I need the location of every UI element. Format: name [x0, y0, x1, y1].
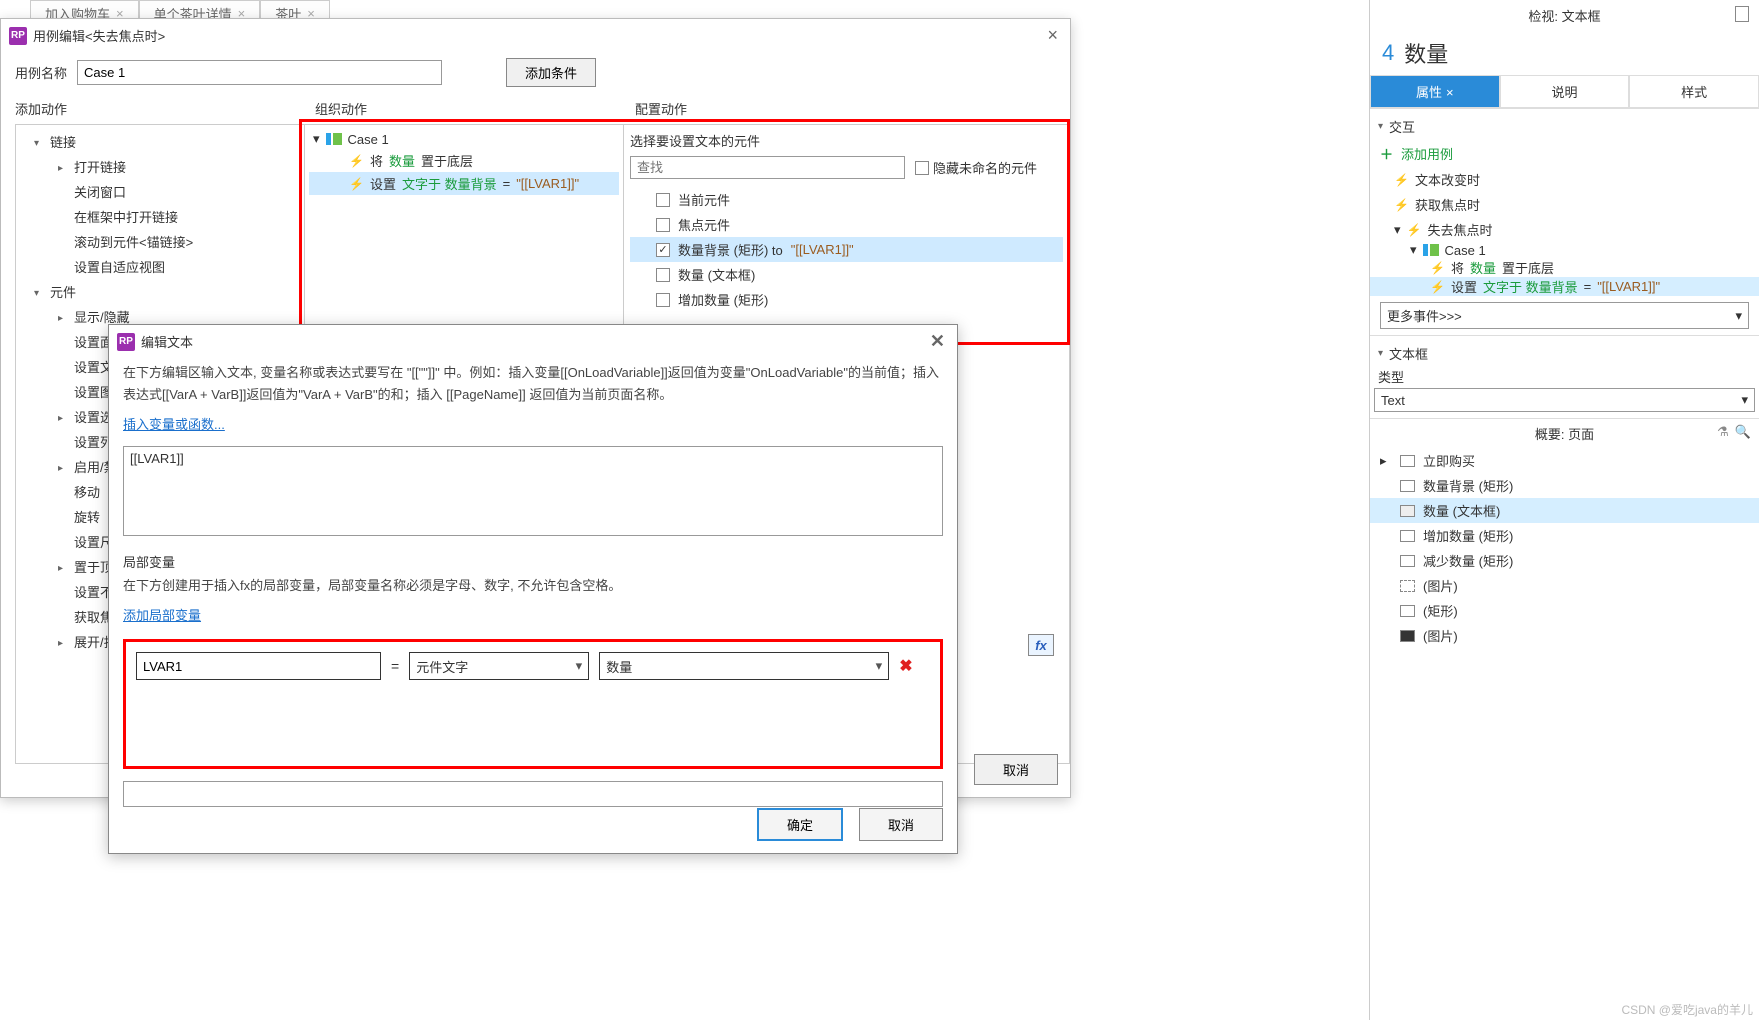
inspector-title: 检视: 文本框 — [1370, 0, 1759, 31]
tab-style[interactable]: 样式 — [1629, 75, 1759, 108]
case-icon — [1423, 244, 1439, 256]
dialog-footer: 取消 — [974, 754, 1058, 785]
event-case[interactable]: ▾ Case 1 — [1370, 242, 1759, 258]
chevron-down-icon — [876, 658, 883, 674]
case-name-row: 用例名称 添加条件 — [1, 52, 1070, 93]
dialog-title: 编辑文本 — [141, 332, 193, 351]
local-var-title: 局部变量 — [109, 542, 957, 571]
bottom-text-field[interactable] — [123, 781, 943, 807]
ok-button[interactable]: 确定 — [757, 808, 843, 841]
cfg-header: 选择要设置文本的元件 — [630, 131, 1063, 150]
outline-item[interactable]: (图片) — [1370, 623, 1759, 648]
filter-icon[interactable]: ⚗ — [1717, 424, 1729, 440]
insert-variable-link[interactable]: 插入变量或函数... — [123, 417, 225, 432]
delete-icon[interactable]: ✖ — [899, 656, 912, 676]
dialog-footer: 确定 取消 — [757, 808, 943, 841]
chevron-down-icon: ▾ — [1741, 392, 1748, 408]
case-node[interactable]: ▾ Case 1 — [309, 129, 619, 149]
tree-open-frame[interactable]: 在框架中打开链接 — [16, 204, 304, 229]
var-target-select[interactable]: 数量 — [599, 652, 889, 680]
close-icon[interactable]: ✕ — [926, 331, 949, 352]
tree-open-link[interactable]: 打开链接 — [16, 154, 304, 179]
dialog-titlebar: RP 编辑文本 ✕ — [109, 325, 957, 358]
chevron-down-icon — [576, 658, 583, 674]
search-icon[interactable]: 🔍 — [1735, 424, 1751, 440]
cancel-button[interactable]: 取消 — [859, 808, 943, 841]
tree-widgets[interactable]: 元件 — [16, 279, 304, 304]
var-type-select[interactable]: 元件文字 — [409, 652, 589, 680]
column-headers: 添加动作 组织动作 配置动作 — [1, 93, 1070, 124]
bolt-icon: ⚡ — [349, 177, 364, 191]
section-textbox[interactable]: 文本框 — [1370, 340, 1759, 367]
equals-label: = — [391, 658, 399, 674]
event-action-selected[interactable]: ⚡设置 文字于 数量背景 = "[[LVAR1]]" — [1370, 277, 1759, 296]
inspector-panel: 检视: 文本框 4 数量 属性× 说明 样式 交互 ＋添加用例 ⚡文本改变时 ⚡… — [1369, 0, 1759, 1020]
local-var-row: = 元件文字 数量 ✖ — [136, 652, 930, 680]
action-row-selected[interactable]: ⚡设置 文字于 数量背景 = "[[LVAR1]]" — [309, 172, 619, 195]
close-icon[interactable]: × — [1043, 25, 1062, 46]
outline-item[interactable]: 数量背景 (矩形) — [1370, 473, 1759, 498]
add-case-button[interactable]: ＋添加用例 — [1370, 140, 1759, 167]
outline-header: 概要: 页面 ⚗🔍 — [1370, 418, 1759, 448]
tree-adaptive[interactable]: 设置自适应视图 — [16, 254, 304, 279]
more-events-dropdown[interactable]: 更多事件>>>▾ — [1380, 302, 1749, 329]
doc-icon[interactable] — [1735, 6, 1749, 22]
bolt-icon: ⚡ — [349, 154, 364, 168]
header-org-action: 组织动作 — [315, 99, 635, 118]
local-var-desc: 在下方创建用于插入fx的局部变量，局部变量名称必须是字母、数字, 不允许包含空格… — [109, 571, 957, 601]
event-lost-focus[interactable]: ▾⚡失去焦点时 — [1370, 217, 1759, 242]
section-interactions[interactable]: 交互 — [1370, 113, 1759, 140]
var-name-input[interactable] — [136, 652, 381, 680]
tree-scroll[interactable]: 滚动到元件<锚链接> — [16, 229, 304, 254]
fx-button[interactable]: fx — [1028, 634, 1054, 656]
inspector-tabs: 属性× 说明 样式 — [1370, 75, 1759, 108]
widget-num: 4 — [1382, 40, 1394, 66]
widget-row[interactable]: 数量 (文本框) — [630, 262, 1063, 287]
edit-text-dialog: RP 编辑文本 ✕ 在下方编辑区输入文本, 变量名称或表达式要写在 "[[""]… — [108, 324, 958, 854]
type-label: 类型 — [1370, 367, 1759, 386]
local-var-redbox: = 元件文字 数量 ✖ — [123, 639, 943, 769]
dialog-title: 用例编辑<失去焦点时> — [33, 26, 165, 45]
outline-item[interactable]: (矩形) — [1370, 598, 1759, 623]
widget-name: 数量 — [1404, 37, 1448, 69]
tab-notes[interactable]: 说明 — [1500, 75, 1630, 108]
header-cfg-action: 配置动作 — [635, 99, 1056, 118]
rp-icon: RP — [9, 27, 27, 45]
widget-header: 4 数量 — [1370, 31, 1759, 75]
header-add-action: 添加动作 — [15, 99, 315, 118]
widget-row[interactable]: 当前元件 — [630, 187, 1063, 212]
description-text: 在下方编辑区输入文本, 变量名称或表达式要写在 "[[""]]" 中。例如：插入… — [109, 358, 957, 410]
outline-item[interactable]: (图片) — [1370, 573, 1759, 598]
outline-item[interactable]: 增加数量 (矩形) — [1370, 523, 1759, 548]
add-condition-button[interactable]: 添加条件 — [506, 58, 596, 87]
add-local-var-link[interactable]: 添加局部变量 — [123, 608, 201, 623]
case-icon — [326, 133, 342, 145]
action-row[interactable]: ⚡将 数量 置于底层 — [309, 149, 619, 172]
case-label: Case 1 — [348, 132, 389, 147]
case-name-label: 用例名称 — [15, 63, 67, 82]
widget-row[interactable]: 焦点元件 — [630, 212, 1063, 237]
event-action[interactable]: ⚡将 数量 置于底层 — [1370, 258, 1759, 277]
cancel-button[interactable]: 取消 — [974, 754, 1058, 785]
rp-icon: RP — [117, 333, 135, 351]
tree-close-win[interactable]: 关闭窗口 — [16, 179, 304, 204]
tree-links[interactable]: 链接 — [16, 129, 304, 154]
text-editor[interactable]: [[LVAR1]] — [123, 446, 943, 536]
widget-row[interactable]: 增加数量 (矩形) — [630, 287, 1063, 312]
tab-properties[interactable]: 属性× — [1370, 75, 1500, 108]
outline-item-selected[interactable]: 数量 (文本框) — [1370, 498, 1759, 523]
event-got-focus[interactable]: ⚡获取焦点时 — [1370, 192, 1759, 217]
hide-unnamed-checkbox[interactable]: 隐藏未命名的元件 — [915, 158, 1037, 177]
type-select[interactable]: Text▾ — [1374, 388, 1755, 412]
outline-item[interactable]: 减少数量 (矩形) — [1370, 548, 1759, 573]
chevron-down-icon: ▾ — [1735, 308, 1742, 324]
watermark: CSDN @爱吃java的羊儿 — [1621, 1001, 1753, 1018]
widget-row-selected[interactable]: ✓数量背景 (矩形) to "[[LVAR1]]" — [630, 237, 1063, 262]
dialog-titlebar: RP 用例编辑<失去焦点时> × — [1, 19, 1070, 52]
event-text-change[interactable]: ⚡文本改变时 — [1370, 167, 1759, 192]
case-name-input[interactable] — [77, 60, 442, 85]
outline-buy-now[interactable]: ▸立即购买 — [1370, 448, 1759, 473]
search-input[interactable] — [630, 156, 905, 179]
